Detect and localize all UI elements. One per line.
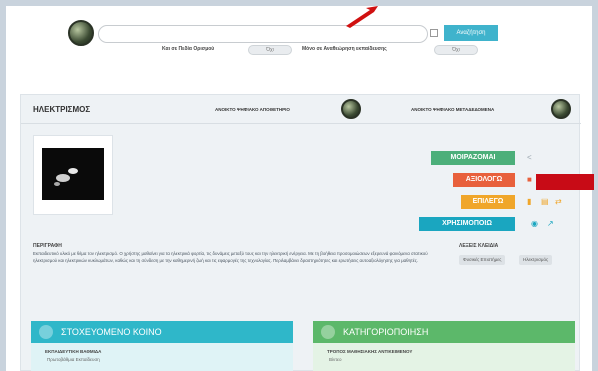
share-icon[interactable]: < [527,153,532,163]
select-button[interactable]: ΕΠΙΛΕΓΩ [461,195,515,209]
search-options-checkbox[interactable] [430,29,438,37]
filter2-toggle[interactable]: Όχι [434,45,478,55]
filter2-label: Μόνο σε Αναθεώρηση εκπαίδευσης [302,46,387,52]
eye-icon[interactable]: ◉ [531,219,538,229]
target-audience-icon [39,325,53,339]
metadata-globe-icon[interactable] [551,99,571,119]
folder-icon[interactable]: ▤ [541,197,549,207]
target-audience-title: ΣΤΟΧΕΥΟΜΕΝΟ ΚΟΙΝΟ [61,327,162,337]
comment-icon[interactable]: ■ [527,175,532,185]
description-text: Εκπαιδευτικό υλικό με θέμα τον ηλεκτρισμ… [33,251,428,263]
categorization-title: ΚΑΤΗΓΟΡΙΟΠΟΙΗΣΗ [343,327,429,337]
use-button[interactable]: ΧΡΗΣΙΜΟΠΟΙΩ [419,217,515,231]
keywords-heading: ΛΕΞΕΙΣ ΚΛΕΙΔΙΑ [459,243,499,249]
header-link-metadata[interactable]: ΑΝΟΙΚΤΟ ΨΗΦΙΑΚΟ ΜΕΤΑΔΕΔΟΜΕΝΑ [411,107,494,112]
resource-thumbnail[interactable] [42,148,104,200]
link-icon[interactable]: ⇄ [555,197,562,207]
repository-globe-icon[interactable] [341,99,361,119]
categorization-value: Βίντεο [329,357,342,362]
search-header: Αναζήτηση Και σε Πεδία Ορισμού Όχι Μόνο … [6,6,592,86]
categorization-subheading: ΤΡΟΠΟΣ ΜΑΘΗΣΙΑΚΗΣ ΑΝΤΙΚΕΙΜΕΝΟΥ [327,349,413,354]
rate-button[interactable]: ΑΞΙΟΛΟΓΩ [453,173,515,187]
page: Αναζήτηση Και σε Πεδία Ορισμού Όχι Μόνο … [6,6,594,371]
target-audience-value: Πρωτοβάθμια Εκπαίδευση [47,357,100,362]
categorization-body: ΤΡΟΠΟΣ ΜΑΘΗΣΙΑΚΗΣ ΑΝΤΙΚΕΙΜΕΝΟΥ Βίντεο [313,343,575,371]
header-link-repository[interactable]: ΑΝΟΙΚΤΟ ΨΗΦΙΑΚΟ ΑΠΟΘΕΤΗΡΙΟ [215,107,290,112]
search-button[interactable]: Αναζήτηση [444,25,498,41]
target-audience-header[interactable]: ΣΤΟΧΕΥΟΜΕΝΟ ΚΟΙΝΟ [31,321,293,343]
share-button[interactable]: ΜΟΙΡΑΖΟΜΑΙ [431,151,515,165]
red-arrow-icon [346,6,378,28]
resource-panel: ΗΛΕΚΤΡΙΣΜΟΣ ΑΝΟΙΚΤΟ ΨΗΦΙΑΚΟ ΑΠΟΘΕΤΗΡΙΟ Α… [20,94,581,371]
filter1-toggle[interactable]: Όχι [248,45,292,55]
resource-thumbnail-frame [33,135,113,215]
keyword-tag[interactable]: Ηλεκτρισμός [519,255,553,265]
bookmark-icon[interactable]: ▮ [527,197,531,207]
globe-logo-icon[interactable] [68,20,94,46]
target-audience-body: ΕΚΠΑΙΔΕΥΤΙΚΗ ΒΑΘΜΙΔΑ Πρωτοβάθμια Εκπαίδε… [31,343,293,371]
categorization-header[interactable]: ΚΑΤΗΓΟΡΙΟΠΟΙΗΣΗ [313,321,575,343]
category-icon [321,325,335,339]
red-annotation-box [536,174,594,190]
description-heading: ΠΕΡΙΓΡΑΦΗ [33,243,62,249]
external-link-icon[interactable]: ↗ [547,219,554,229]
keyword-tag[interactable]: Φυσικές Επιστήμες [459,255,506,265]
filter1-label: Και σε Πεδία Ορισμού [162,46,215,52]
target-audience-subheading: ΕΚΠΑΙΔΕΥΤΙΚΗ ΒΑΘΜΙΔΑ [45,349,102,354]
header-divider [21,123,581,124]
resource-title: ΗΛΕΚΤΡΙΣΜΟΣ [33,105,91,114]
